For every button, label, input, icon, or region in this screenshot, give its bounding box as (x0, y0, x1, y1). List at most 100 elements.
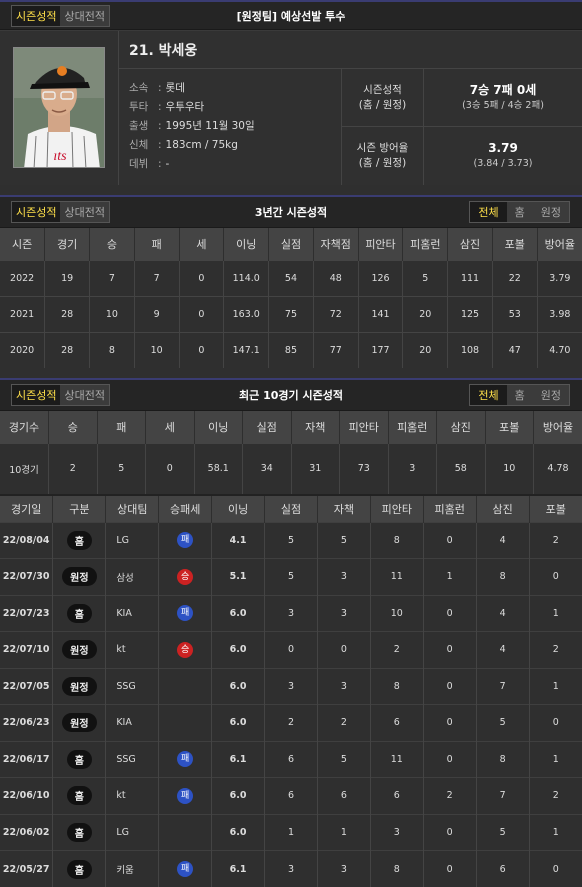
result-badge: 패 (177, 788, 193, 804)
column-header: 실점 (243, 411, 292, 443)
table-cell: 0 (529, 559, 582, 596)
table-cell: 0 (423, 595, 476, 632)
column-header: 삼진 (448, 228, 493, 260)
filter-home-3y[interactable]: 홈 (507, 202, 533, 222)
column-header: 포볼 (529, 495, 582, 522)
table-cell: 20 (403, 296, 448, 332)
game-row: 22/06/02홈LG6.0113051 (0, 814, 582, 851)
table-cell: 0 (317, 632, 370, 669)
table-cell: 11 (370, 741, 423, 778)
table-cell: 85 (269, 332, 314, 368)
table-cell: 163.0 (224, 296, 269, 332)
tab-head-to-head[interactable]: 상대전적 (60, 6, 108, 26)
tab-season-stats-3y[interactable]: 시즌성적 (12, 202, 60, 222)
table-cell: 4.1 (212, 522, 265, 559)
column-header: 세 (146, 411, 195, 443)
season-record-row: 시즌성적(홈 / 원정) 7승 7패 0세(3승 5패 / 4승 2패) (342, 69, 582, 127)
filter-away-3y[interactable]: 원정 (533, 202, 569, 222)
opponent-team: 키움 (106, 851, 159, 887)
header-tabs: 시즌성적 상대전적 (11, 5, 110, 27)
tab-head-to-head-3y[interactable]: 상대전적 (60, 202, 108, 222)
table-cell: 10경기 (0, 443, 49, 494)
result-cell: 패 (159, 778, 212, 815)
filter-home-recent[interactable]: 홈 (507, 385, 533, 405)
table-cell: 19 (45, 260, 90, 296)
season-summary: 시즌성적(홈 / 원정) 7승 7패 0세(3승 5패 / 4승 2패) 시즌 … (341, 69, 582, 185)
home-away-badge: 원정 (62, 567, 96, 586)
table-cell: 8 (90, 332, 135, 368)
table-cell: 3 (370, 814, 423, 851)
table-cell: 10 (485, 443, 534, 494)
table-cell: 0 (179, 332, 224, 368)
table-cell: 6 (265, 778, 318, 815)
table-cell: 5 (403, 260, 448, 296)
table-cell: 4 (476, 522, 529, 559)
column-header: 승 (90, 228, 135, 260)
table-cell: 2 (317, 705, 370, 742)
game-type-cell: 원정 (53, 668, 106, 705)
player-name: 21. 박세웅 (119, 31, 582, 69)
column-header: 세 (179, 228, 224, 260)
game-row: 22/06/10홈kt패6.0666272 (0, 778, 582, 815)
tab-head-to-head-recent[interactable]: 상대전적 (60, 385, 108, 405)
result-cell: 승 (159, 559, 212, 596)
table-cell: 0 (529, 705, 582, 742)
table-cell: 2 (529, 522, 582, 559)
result-cell (159, 814, 212, 851)
table-cell: 0 (423, 851, 476, 887)
game-row: 22/07/30원정삼성승5.15311180 (0, 559, 582, 596)
tab-season-stats-recent[interactable]: 시즌성적 (12, 385, 60, 405)
tab-season-stats[interactable]: 시즌성적 (12, 6, 60, 26)
table-cell: 6.0 (212, 668, 265, 705)
table-cell: 5 (265, 522, 318, 559)
table-cell: 11 (370, 559, 423, 596)
home-away-badge: 홈 (67, 750, 92, 769)
table-cell: 1 (529, 595, 582, 632)
player-details: 소속:롯데 투타:우투우타 출생:1995년 11월 30일 신체:183cm … (119, 69, 341, 185)
table-cell: 4.78 (534, 443, 582, 494)
game-row: 22/07/23홈KIA패6.03310041 (0, 595, 582, 632)
table-cell: 3.98 (537, 296, 582, 332)
game-type-cell: 원정 (53, 705, 106, 742)
table-cell: 0 (179, 260, 224, 296)
table-cell: 3 (317, 559, 370, 596)
opponent-team: kt (106, 632, 159, 669)
filter-all-recent[interactable]: 전체 (470, 385, 506, 405)
game-date: 22/05/27 (0, 851, 53, 887)
table-cell: 28 (45, 296, 90, 332)
game-date: 22/06/02 (0, 814, 53, 851)
player-photo-image: ıts (14, 48, 105, 168)
table-cell: 5 (317, 741, 370, 778)
result-cell (159, 668, 212, 705)
table-cell: 31 (291, 443, 340, 494)
opponent-team: KIA (106, 705, 159, 742)
result-cell (159, 705, 212, 742)
column-header: 구분 (53, 495, 106, 522)
table-cell: 114.0 (224, 260, 269, 296)
filter-away-recent[interactable]: 원정 (533, 385, 569, 405)
opponent-team: SSG (106, 741, 159, 778)
column-header: 피홈런 (403, 228, 448, 260)
table-cell: 8 (370, 851, 423, 887)
result-badge: 패 (177, 605, 193, 621)
game-row: 22/05/27홈키움패6.1338060 (0, 851, 582, 887)
column-header: 경기일 (0, 495, 53, 522)
detail-team: 소속:롯데 (129, 79, 341, 98)
table-cell: 34 (243, 443, 292, 494)
game-date: 22/06/23 (0, 705, 53, 742)
table-cell: 8 (476, 741, 529, 778)
table-cell: 0 (423, 741, 476, 778)
table-cell: 8 (370, 522, 423, 559)
table-cell: 7 (90, 260, 135, 296)
result-cell: 패 (159, 522, 212, 559)
table-row: 2021281090163.0757214120125533.98 (0, 296, 582, 332)
home-away-badge: 홈 (67, 604, 92, 623)
game-type-cell: 원정 (53, 559, 106, 596)
filter-all-3y[interactable]: 전체 (470, 202, 506, 222)
column-header: 승패세 (159, 495, 212, 522)
table-cell: 2021 (0, 296, 45, 332)
table-cell: 6.0 (212, 705, 265, 742)
game-date: 22/07/05 (0, 668, 53, 705)
three-year-bar: 시즌성적 상대전적 3년간 시즌성적 전체 홈 원정 (0, 195, 582, 228)
recent-bar: 시즌성적 상대전적 최근 10경기 시즌성적 전체 홈 원정 (0, 378, 582, 411)
